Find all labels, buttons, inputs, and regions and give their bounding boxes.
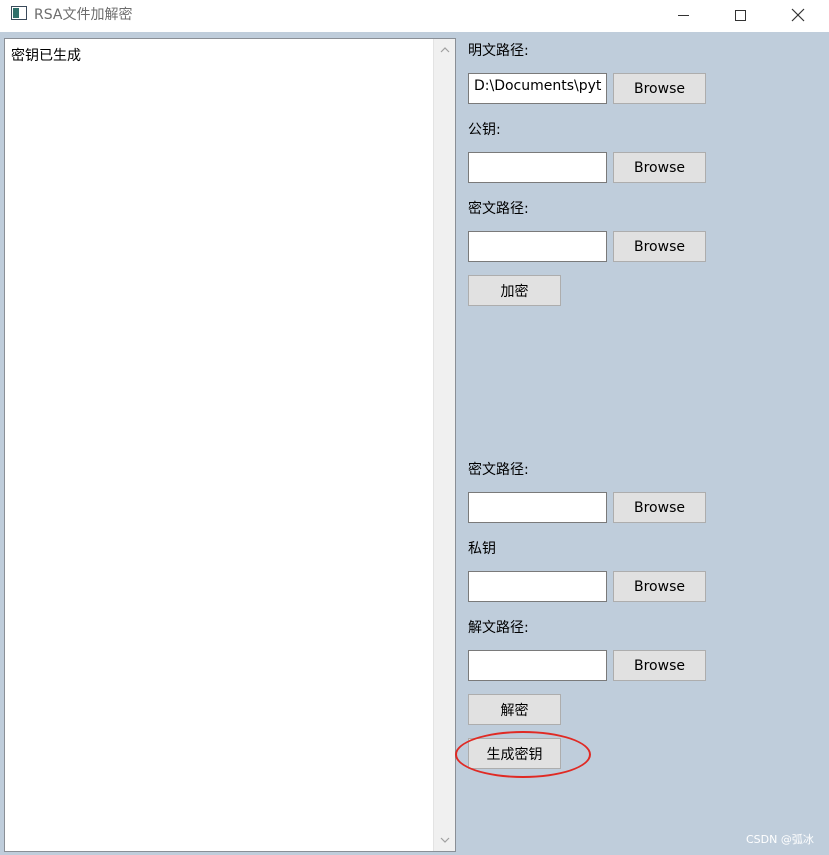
encrypt-button[interactable]: 加密 bbox=[468, 275, 561, 306]
scroll-up-button[interactable] bbox=[434, 41, 456, 59]
maximize-icon bbox=[734, 9, 746, 21]
vertical-scrollbar[interactable] bbox=[433, 39, 455, 851]
minimize-button[interactable] bbox=[660, 0, 706, 30]
chevron-up-icon bbox=[440, 47, 450, 53]
public-key-label: 公钥: bbox=[468, 122, 501, 138]
plain-path-label: 明文路径: bbox=[468, 43, 529, 59]
plain-path-browse-button[interactable]: Browse bbox=[613, 73, 706, 104]
private-key-input[interactable] bbox=[468, 571, 607, 602]
title-bar: RSA文件加解密 bbox=[0, 0, 829, 32]
decrypt-button[interactable]: 解密 bbox=[468, 694, 561, 725]
window-title: RSA文件加解密 bbox=[34, 7, 133, 23]
cipher-path-label: 密文路径: bbox=[468, 201, 529, 217]
log-text: 密钥已生成 bbox=[11, 48, 81, 64]
decrypted-path-label: 解文路径: bbox=[468, 620, 529, 636]
minimize-icon bbox=[677, 14, 689, 16]
red-highlight-ellipse bbox=[455, 731, 591, 778]
cipher-path-browse-button[interactable]: Browse bbox=[613, 231, 706, 262]
maximize-button[interactable] bbox=[717, 0, 763, 30]
decrypted-path-input[interactable] bbox=[468, 650, 607, 681]
decrypted-path-browse-button[interactable]: Browse bbox=[613, 650, 706, 681]
close-button[interactable] bbox=[775, 0, 821, 30]
private-key-browse-button[interactable]: Browse bbox=[613, 571, 706, 602]
public-key-browse-button[interactable]: Browse bbox=[613, 152, 706, 183]
log-textarea[interactable]: 密钥已生成 bbox=[4, 38, 456, 852]
app-icon bbox=[11, 6, 27, 20]
decrypt-cipher-path-label: 密文路径: bbox=[468, 462, 529, 478]
scroll-down-button[interactable] bbox=[434, 831, 456, 849]
watermark: CSDN @弧冰 bbox=[746, 833, 814, 846]
decrypt-cipher-path-browse-button[interactable]: Browse bbox=[613, 492, 706, 523]
private-key-label: 私钥 bbox=[468, 541, 496, 557]
decrypt-cipher-path-input[interactable] bbox=[468, 492, 607, 523]
close-icon bbox=[791, 8, 805, 22]
plain-path-input[interactable]: D:\Documents\pyt bbox=[468, 73, 607, 104]
cipher-path-input[interactable] bbox=[468, 231, 607, 262]
chevron-down-icon bbox=[440, 837, 450, 843]
public-key-input[interactable] bbox=[468, 152, 607, 183]
